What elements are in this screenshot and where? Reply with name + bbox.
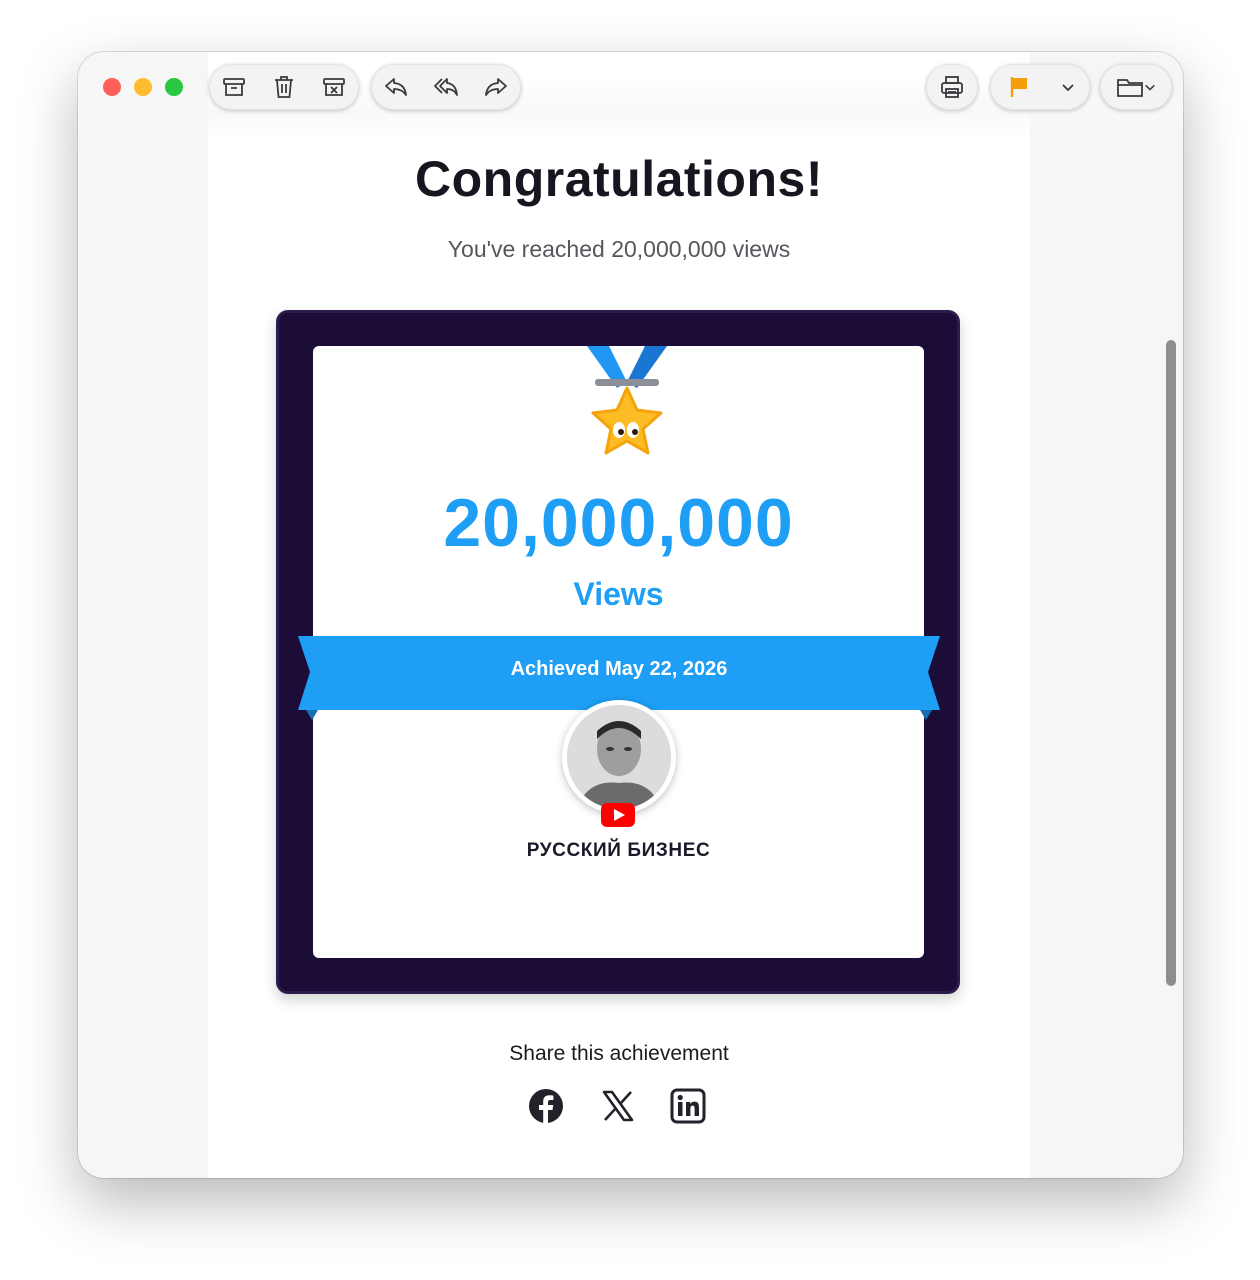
folder-icon [1117,79,1143,97]
delete-button[interactable] [264,67,304,107]
archive-button[interactable] [214,67,254,107]
reply-button[interactable] [376,67,416,107]
medal-icon [587,346,667,455]
close-window-button[interactable] [103,78,121,96]
trash-icon [275,76,293,98]
archive-box-icon [223,78,245,96]
chevron-down-icon [1145,84,1155,91]
junk-box-icon [323,78,345,96]
share-label: Share this achievement [509,1042,729,1065]
email-body: Congratulations! You've reached 20,000,0… [208,52,1030,1178]
avatar [567,705,671,809]
channel-name: РУССКИЙ БИЗНЕС [526,840,711,861]
milestone-number: 20,000,000 [443,485,794,561]
facebook-icon[interactable] [528,1088,564,1124]
move-group [1100,64,1172,110]
printer-icon [941,76,963,98]
scrollbar-thumb[interactable] [1166,340,1176,986]
print-group [926,64,978,110]
reply-actions-group [371,64,521,110]
x-icon[interactable] [600,1088,636,1124]
flag-button[interactable] [1000,67,1040,107]
channel-avatar [562,700,676,814]
mail-window: Congratulations! You've reached 20,000,0… [78,52,1183,1178]
print-button[interactable] [932,67,972,107]
flag-icon [1010,77,1027,97]
reply-all-icon [434,78,458,96]
page-title: Congratulations! [415,151,823,207]
youtube-icon [601,803,635,827]
zoom-window-button[interactable] [165,78,183,96]
achieved-date: Achieved May 22, 2026 [510,658,728,680]
milestone-unit: Views [573,576,664,612]
junk-button[interactable] [314,67,354,107]
chevron-down-icon [1062,84,1074,92]
minimize-window-button[interactable] [134,78,152,96]
flag-menu-button[interactable] [1056,67,1080,107]
move-to-folder-button[interactable] [1109,67,1163,107]
page-subtitle: You've reached 20,000,000 views [447,236,791,262]
mailbox-actions-group [209,64,359,110]
linkedin-icon[interactable] [670,1088,706,1124]
forward-icon [485,78,507,96]
flag-group [990,64,1090,110]
reply-all-button[interactable] [426,67,466,107]
forward-button[interactable] [476,67,516,107]
reply-icon [385,78,407,96]
